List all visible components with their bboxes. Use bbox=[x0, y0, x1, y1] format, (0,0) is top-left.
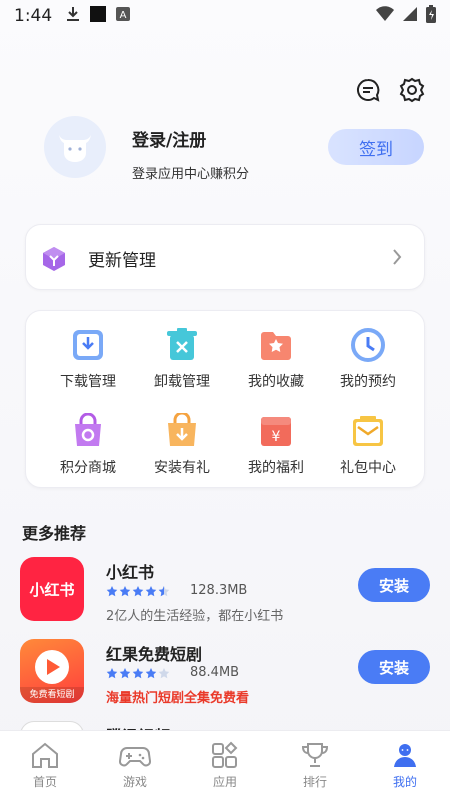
grid-item-gift-center[interactable]: 礼包中心 bbox=[318, 413, 418, 477]
grid-item-download[interactable]: 下载管理 bbox=[38, 327, 138, 391]
nav-ranking[interactable]: 排行 bbox=[270, 731, 360, 800]
app-size: 88.4MB bbox=[190, 665, 240, 680]
profile-icon bbox=[394, 744, 416, 767]
grid-item-points-shop[interactable]: 积分商城 bbox=[38, 412, 138, 477]
grid-item-label: 卸载管理 bbox=[154, 374, 210, 390]
app-name: 红果免费短剧 bbox=[106, 645, 203, 664]
nav-label: 我的 bbox=[392, 775, 417, 789]
gamepad-icon bbox=[119, 747, 151, 767]
apps-icon bbox=[212, 741, 238, 768]
grid-item-label: 我的福利 bbox=[248, 460, 304, 476]
favorites-icon bbox=[258, 327, 294, 363]
trophy-icon bbox=[301, 743, 329, 767]
gift-center-icon bbox=[350, 413, 386, 449]
top-actions bbox=[354, 76, 426, 104]
home-icon bbox=[32, 742, 58, 768]
app-row-hongguo[interactable]: 免费看短剧 红果免费短剧 88.4MB 海量热门短剧全集免费看 安装 bbox=[20, 639, 430, 706]
grid-item-label: 礼包中心 bbox=[340, 460, 396, 476]
tools-grid-card: 下载管理 卸载管理 我的收藏 我的预约 积分商城 安装有礼 ¥ 我的福利 礼包中… bbox=[25, 310, 425, 488]
reservation-icon bbox=[350, 327, 386, 363]
hongguo-app-icon: 免费看短剧 bbox=[20, 639, 84, 703]
wifi-icon bbox=[376, 5, 394, 27]
battery-icon bbox=[426, 4, 436, 28]
login-hint-text: 登录应用中心赚积分 bbox=[132, 167, 250, 182]
grid-item-welfare[interactable]: ¥ 我的福利 bbox=[226, 413, 326, 477]
default-avatar-icon bbox=[59, 135, 91, 162]
points-shop-icon bbox=[70, 412, 106, 449]
app-description: 海量热门短剧全集免费看 bbox=[106, 691, 250, 706]
profile-section: 登录/注册 登录应用中心赚积分 签到 bbox=[44, 116, 434, 186]
nav-label: 首页 bbox=[32, 775, 57, 789]
rating-stars bbox=[106, 667, 170, 681]
app-size: 128.3MB bbox=[190, 583, 248, 598]
nav-home[interactable]: 首页 bbox=[0, 731, 90, 800]
uninstall-icon bbox=[164, 327, 200, 363]
welfare-icon: ¥ bbox=[258, 413, 294, 449]
grid-item-label: 安装有礼 bbox=[154, 460, 210, 476]
grid-item-label: 我的预约 bbox=[340, 374, 396, 390]
avatar[interactable] bbox=[44, 116, 106, 178]
nav-label: 应用 bbox=[212, 775, 237, 789]
grid-item-label: 下载管理 bbox=[60, 374, 116, 390]
grid-item-label: 我的收藏 bbox=[248, 374, 304, 390]
chevron-right-icon bbox=[392, 248, 402, 270]
grid-item-reservation[interactable]: 我的预约 bbox=[318, 327, 418, 391]
install-button[interactable]: 安装 bbox=[358, 650, 430, 684]
update-management-label: 更新管理 bbox=[88, 251, 156, 271]
svg-text:A: A bbox=[120, 10, 127, 21]
update-box-icon bbox=[40, 245, 68, 273]
download-icon bbox=[70, 327, 106, 363]
nav-label: 排行 bbox=[302, 775, 327, 789]
xiaohongshu-app-icon: 小红书 bbox=[20, 557, 84, 621]
app-name: 小红书 bbox=[106, 563, 155, 582]
grid-item-favorites[interactable]: 我的收藏 bbox=[226, 327, 326, 391]
status-bar: 1:44 A bbox=[0, 0, 450, 32]
nav-apps[interactable]: 应用 bbox=[180, 731, 270, 800]
signin-button[interactable]: 签到 bbox=[328, 129, 424, 165]
login-register-link[interactable]: 登录/注册 bbox=[132, 126, 206, 151]
app-row-xiaohongshu[interactable]: 小红书 小红书 128.3MB 2亿人的生活经验，都在小红书 安装 bbox=[20, 557, 430, 624]
bottom-navigation: 首页 游戏 应用 排行 我的 bbox=[0, 730, 450, 800]
install-gift-icon bbox=[164, 411, 200, 449]
font-a-icon: A bbox=[116, 6, 131, 26]
message-icon[interactable] bbox=[354, 76, 382, 104]
app-description: 2亿人的生活经验，都在小红书 bbox=[106, 609, 284, 624]
grid-item-uninstall[interactable]: 卸载管理 bbox=[132, 327, 232, 391]
app-icon-text: 免费看短剧 bbox=[29, 689, 75, 699]
signal-icon bbox=[402, 6, 418, 27]
settings-icon[interactable] bbox=[398, 76, 426, 104]
nav-profile[interactable]: 我的 bbox=[360, 731, 450, 800]
nav-games[interactable]: 游戏 bbox=[90, 731, 180, 800]
status-time: 1:44 bbox=[14, 6, 53, 26]
rating-stars bbox=[106, 585, 170, 599]
grid-item-label: 积分商城 bbox=[60, 460, 116, 476]
grid-item-install-gift[interactable]: 安装有礼 bbox=[132, 411, 232, 477]
update-management-card[interactable]: 更新管理 bbox=[25, 224, 425, 290]
black-square-icon bbox=[90, 5, 107, 27]
nav-label: 游戏 bbox=[122, 775, 147, 789]
install-button[interactable]: 安装 bbox=[358, 568, 430, 602]
recommend-section-title: 更多推荐 bbox=[22, 524, 87, 543]
svg-text:¥: ¥ bbox=[272, 429, 281, 445]
download-notification-icon bbox=[66, 6, 80, 27]
app-icon-text: 小红书 bbox=[29, 581, 75, 599]
